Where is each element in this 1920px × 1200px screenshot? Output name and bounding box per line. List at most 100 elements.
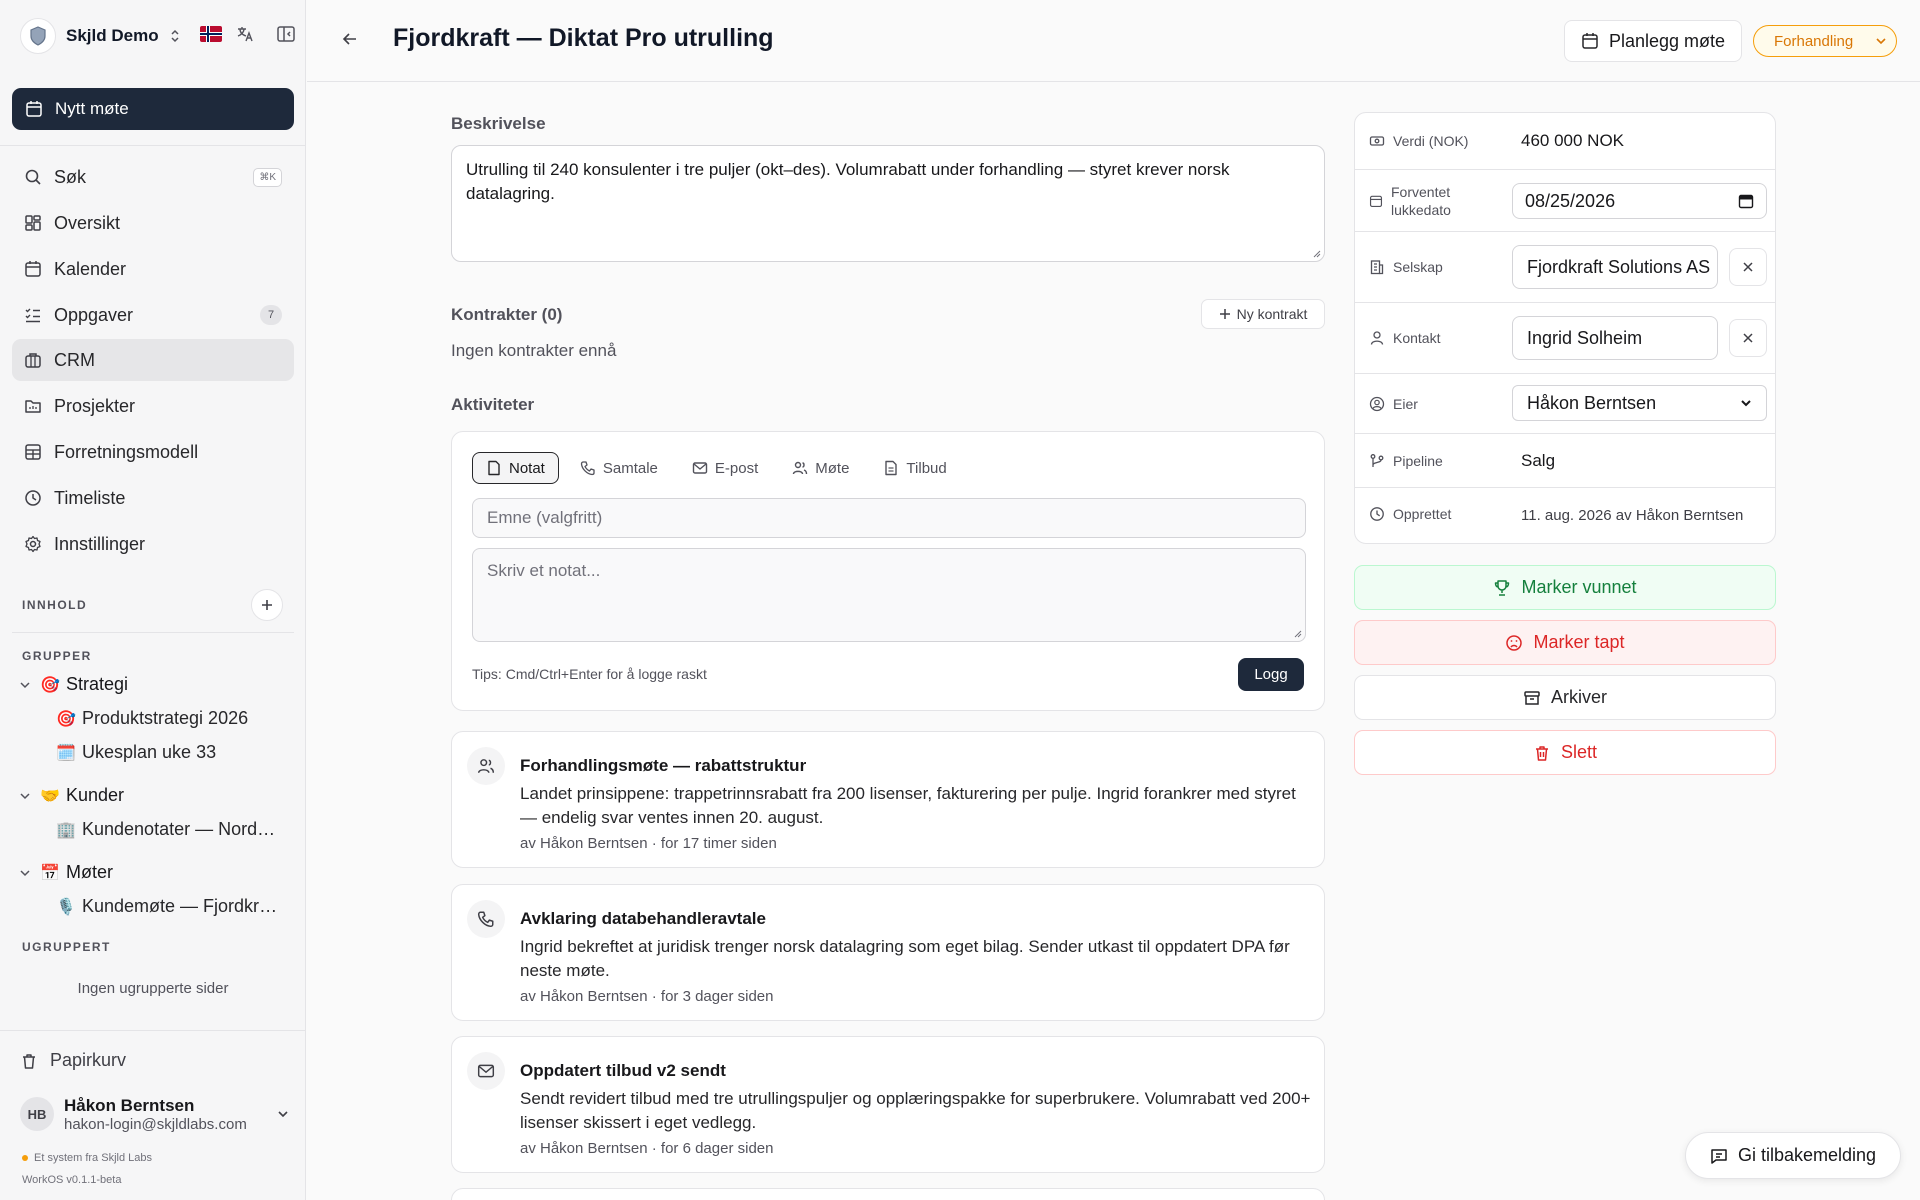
- sidebar-item-label: Kalender: [54, 258, 127, 279]
- tab-offer[interactable]: Tilbud: [870, 452, 959, 484]
- ungrouped-section-label: UGRUPPERT: [22, 940, 111, 954]
- mark-won-label: Marker vunnet: [1521, 577, 1637, 597]
- subject-input[interactable]: Emne (valgfritt): [472, 498, 1306, 538]
- company-label-wrap: Selskap: [1369, 258, 1443, 276]
- activity-item[interactable]: Avklaring databehandleravtale Ingrid bek…: [451, 884, 1325, 1021]
- feedback-button[interactable]: Gi tilbakemelding: [1685, 1132, 1901, 1179]
- sidebar-item-label: Innstillinger: [54, 533, 146, 554]
- close-date-value: 08/25/2026: [1525, 190, 1616, 211]
- activity-body: Landet prinsippene: trappetrinnsrabatt f…: [520, 784, 1296, 827]
- back-arrow-icon[interactable]: [341, 30, 359, 48]
- tree-group-strategy[interactable]: 🎯 Strategi: [18, 674, 128, 695]
- sidebar-item-projects[interactable]: Prosjekter: [12, 385, 294, 427]
- activity-body: Ingrid bekreftet at juridisk trenger nor…: [520, 937, 1290, 980]
- tab-call[interactable]: Samtale: [567, 452, 671, 484]
- contracts-label: Kontrakter (0): [451, 305, 563, 324]
- company-label: Selskap: [1393, 259, 1443, 275]
- tab-label: Møte: [815, 459, 850, 477]
- sidebar-item-tasks[interactable]: Oppgaver 7: [12, 294, 294, 336]
- activity-item[interactable]: Forhandlingsmøte — rabattstruktur Landet…: [451, 731, 1325, 868]
- chevron-down-icon: [20, 869, 30, 876]
- sidebar-item-label: CRM: [54, 349, 95, 370]
- close-icon: [1743, 333, 1753, 343]
- note-textarea[interactable]: Skriv et notat...: [472, 548, 1306, 642]
- sidebar-toggle-icon[interactable]: [276, 24, 296, 44]
- user-icon: [1370, 331, 1384, 345]
- resize-handle-icon[interactable]: [1311, 248, 1321, 258]
- sidebar-item-search[interactable]: Søk ⌘K: [12, 156, 294, 198]
- contact-field[interactable]: Ingrid Solheim: [1512, 316, 1718, 360]
- tree-item[interactable]: 🗓️ Ukesplan uke 33: [56, 742, 288, 763]
- sidebar-item-calendar[interactable]: Kalender: [12, 248, 294, 290]
- created-label-wrap: Opprettet: [1369, 505, 1451, 523]
- add-content-button[interactable]: [251, 589, 283, 621]
- sidebar-item-timesheet[interactable]: Timeliste: [12, 477, 294, 519]
- mark-won-button[interactable]: Marker vunnet: [1354, 565, 1776, 610]
- building-icon: [1370, 260, 1384, 275]
- new-contract-button[interactable]: Ny kontrakt: [1201, 299, 1325, 329]
- mark-lost-button[interactable]: Marker tapt: [1354, 620, 1776, 665]
- close-date-input[interactable]: 08/25/2026: [1512, 183, 1767, 219]
- groups-section-label: GRUPPER: [22, 649, 92, 663]
- log-button[interactable]: Logg: [1238, 658, 1304, 691]
- tree-item-label: Kundenotater — Nordvik Energi: [82, 819, 284, 839]
- page-header: Fjordkraft — Diktat Pro utrulling Planle…: [307, 0, 1920, 82]
- user-menu[interactable]: HB Håkon Berntsen hakon-login@skjldlabs.…: [20, 1092, 290, 1136]
- plan-meeting-button[interactable]: Planlegg møte: [1564, 20, 1742, 62]
- tree-item[interactable]: 🎯 Produktstrategi 2026: [56, 708, 288, 729]
- owner-label-wrap: Eier: [1369, 395, 1418, 413]
- tab-label: E-post: [714, 459, 759, 477]
- sidebar-item-business-model[interactable]: Forretningsmodell: [12, 431, 294, 473]
- activity-composer: Notat Samtale E-post Møte Tilbud Emne (v…: [451, 431, 1325, 711]
- activity-item[interactable]: [451, 1188, 1325, 1200]
- owner-label: Eier: [1393, 396, 1418, 412]
- created-label: Opprettet: [1393, 506, 1452, 522]
- content-section-label: INNHOLD: [22, 598, 88, 612]
- tree-item[interactable]: 🎙️ Kundemøte — Fjordkraft Solutions: [56, 896, 288, 917]
- deal-value[interactable]: 460 000 NOK: [1521, 131, 1624, 151]
- target-icon: 🎯: [40, 676, 60, 694]
- tree-item[interactable]: 🏢 Kundenotater — Nordvik Energi: [56, 819, 288, 840]
- trash-link[interactable]: Papirkurv: [20, 1050, 126, 1071]
- activity-item[interactable]: Oppdatert tilbud v2 sendt Sendt revidert…: [451, 1036, 1325, 1173]
- company-field[interactable]: Fjordkraft Solutions AS: [1512, 245, 1718, 289]
- stage-select[interactable]: Forhandling: [1753, 25, 1897, 57]
- delete-button[interactable]: Slett: [1354, 730, 1776, 775]
- clear-company-button[interactable]: [1729, 248, 1767, 286]
- feedback-label: Gi tilbakemelding: [1737, 1145, 1877, 1165]
- avatar: HB: [20, 1097, 54, 1131]
- translate-icon[interactable]: [236, 25, 254, 43]
- calendar-icon: [1369, 195, 1383, 208]
- sidebar-item-crm[interactable]: CRM: [12, 339, 294, 381]
- divider: [0, 1030, 305, 1031]
- sidebar-item-overview[interactable]: Oversikt: [12, 202, 294, 244]
- user-name: Håkon Berntsen: [64, 1095, 195, 1115]
- owner-select[interactable]: Håkon Berntsen: [1512, 385, 1767, 421]
- subject-placeholder: Emne (valgfritt): [487, 508, 603, 527]
- archive-button[interactable]: Arkiver: [1354, 675, 1776, 720]
- activity-body: Sendt revidert tilbud med tre utrullings…: [520, 1089, 1311, 1132]
- workspace-switcher[interactable]: Skjld Demo: [20, 18, 181, 54]
- clear-contact-button[interactable]: [1729, 319, 1767, 357]
- norway-flag-icon[interactable]: [200, 26, 222, 42]
- chevron-updown-icon: [171, 29, 179, 43]
- new-meeting-button[interactable]: Nytt møte: [12, 88, 294, 130]
- sidebar-item-settings[interactable]: Innstillinger: [12, 523, 294, 565]
- git-branch-icon: [1370, 454, 1384, 467]
- tab-email[interactable]: E-post: [679, 452, 771, 484]
- tab-meeting[interactable]: Møte: [779, 452, 862, 484]
- contact-label-wrap: Kontakt: [1369, 329, 1440, 347]
- tree-group-customers[interactable]: 🤝 Kunder: [18, 785, 124, 806]
- calendar-picker-icon[interactable]: [1738, 193, 1754, 209]
- count-badge: 7: [260, 305, 282, 325]
- pipeline-label-wrap: Pipeline: [1369, 452, 1443, 470]
- calendar-plus-icon: [26, 101, 42, 117]
- description-textarea[interactable]: Utrulling til 240 konsulenter i tre pulj…: [451, 145, 1325, 262]
- tab-note[interactable]: Notat: [472, 452, 559, 484]
- tree-group-meetings[interactable]: 📅 Møter: [18, 862, 113, 883]
- trash-label: Papirkurv: [50, 1050, 127, 1070]
- new-meeting-label: Nytt møte: [55, 99, 129, 118]
- resize-handle-icon[interactable]: [1292, 628, 1302, 638]
- divider: [12, 632, 294, 633]
- description-label: Beskrivelse: [451, 114, 546, 133]
